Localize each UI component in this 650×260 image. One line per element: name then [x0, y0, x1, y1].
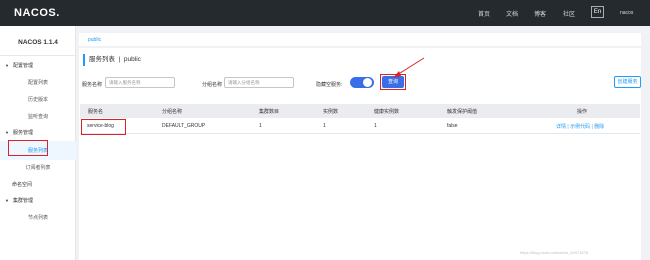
sidebar-divider	[0, 55, 76, 56]
sidebar: NACOS 1.1.4 ▼ 配置管理 配置列表 历史版本 监听查询 ▼ 服务管理 服…	[0, 26, 76, 260]
group-name-input[interactable]: 请输入分组名称	[224, 77, 294, 88]
highlight-box-sidebar	[8, 140, 48, 156]
row-actions: 详情 | 示例代码 | 删除	[556, 123, 604, 130]
nav-community[interactable]: 社区	[563, 9, 575, 18]
group-name-label: 分组名称	[202, 82, 223, 88]
action-separator: |	[591, 124, 593, 130]
action-details-link[interactable]: 详情	[556, 124, 566, 130]
language-toggle[interactable]: En	[591, 6, 604, 18]
nav-docs[interactable]: 文档	[506, 9, 518, 18]
col-protect-threshold: 触发保护阈值	[447, 109, 478, 115]
sidebar-item-node-list[interactable]: 节点列表	[0, 214, 76, 221]
action-delete-link[interactable]: 删除	[594, 124, 604, 130]
cell-cluster-count: 1	[259, 123, 262, 129]
sidebar-group-cluster[interactable]: ▼ 集群管理	[5, 197, 33, 204]
col-actions: 操作	[577, 109, 588, 115]
hide-empty-label: 隐藏空服务:	[316, 82, 343, 88]
service-name-label: 服务名称	[82, 82, 103, 88]
cell-healthy-count: 1	[374, 123, 377, 129]
create-service-button[interactable]: 创建服务	[614, 76, 641, 88]
breadcrumb-bar: public	[79, 33, 641, 46]
sidebar-group-service[interactable]: ▼ 服务管理	[5, 129, 33, 136]
hide-empty-toggle[interactable]	[350, 77, 374, 88]
caret-down-icon: ▼	[5, 63, 9, 68]
sidebar-item-config-list[interactable]: 配置列表	[0, 79, 76, 86]
table-row: service-blog DEFAULT_GROUP 1 1 1 false 详…	[80, 118, 640, 134]
toggle-knob	[363, 78, 372, 87]
col-instance-count: 实例数	[323, 109, 339, 115]
col-cluster-count: 集群数目	[259, 109, 280, 115]
watermark: https://blog.csdn.net/weixin_45073478	[520, 250, 589, 255]
nacos-logo[interactable]: NACOS.	[14, 7, 60, 19]
sidebar-item-subscribers[interactable]: 订阅者列表	[0, 164, 76, 171]
cell-group-name: DEFAULT_GROUP	[162, 123, 206, 129]
caret-down-icon: ▼	[5, 198, 9, 203]
cell-protect-threshold: false	[447, 123, 458, 129]
col-service-name: 服务名	[88, 109, 104, 115]
top-navbar: NACOS. 首页 文档 博客 社区 En nacos	[0, 0, 650, 26]
sidebar-item-namespace[interactable]: 命名空间	[12, 181, 32, 188]
action-sample-code-link[interactable]: 示例代码	[570, 124, 590, 130]
sidebar-title: NACOS 1.1.4	[18, 39, 58, 46]
sidebar-group-config[interactable]: ▼ 配置管理	[5, 62, 33, 69]
nav-blog[interactable]: 博客	[534, 9, 546, 18]
user-menu[interactable]: nacos	[620, 10, 633, 16]
caret-down-icon: ▼	[5, 130, 9, 135]
table-header: 服务名 分组名称 集群数目 实例数 健康实例数 触发保护阈值 操作	[80, 104, 640, 118]
sidebar-item-listener-query[interactable]: 监听查询	[0, 113, 76, 120]
nav-home[interactable]: 首页	[478, 9, 490, 18]
action-separator: |	[567, 124, 569, 130]
service-name-input[interactable]: 请输入服务名称	[105, 77, 175, 88]
sidebar-item-history[interactable]: 历史版本	[0, 96, 76, 103]
cell-instance-count: 1	[323, 123, 326, 129]
highlight-box-service	[81, 119, 126, 135]
col-healthy-count: 健康实例数	[374, 109, 400, 115]
col-group-name: 分组名称	[162, 109, 183, 115]
main-panel: 服务列表 | public 服务名称 请输入服务名称 分组名称 请输入分组名称 …	[79, 48, 641, 260]
annotation-arrow-icon	[393, 57, 425, 78]
page-title: 服务列表 | public	[83, 54, 141, 66]
breadcrumb[interactable]: public	[88, 37, 101, 43]
